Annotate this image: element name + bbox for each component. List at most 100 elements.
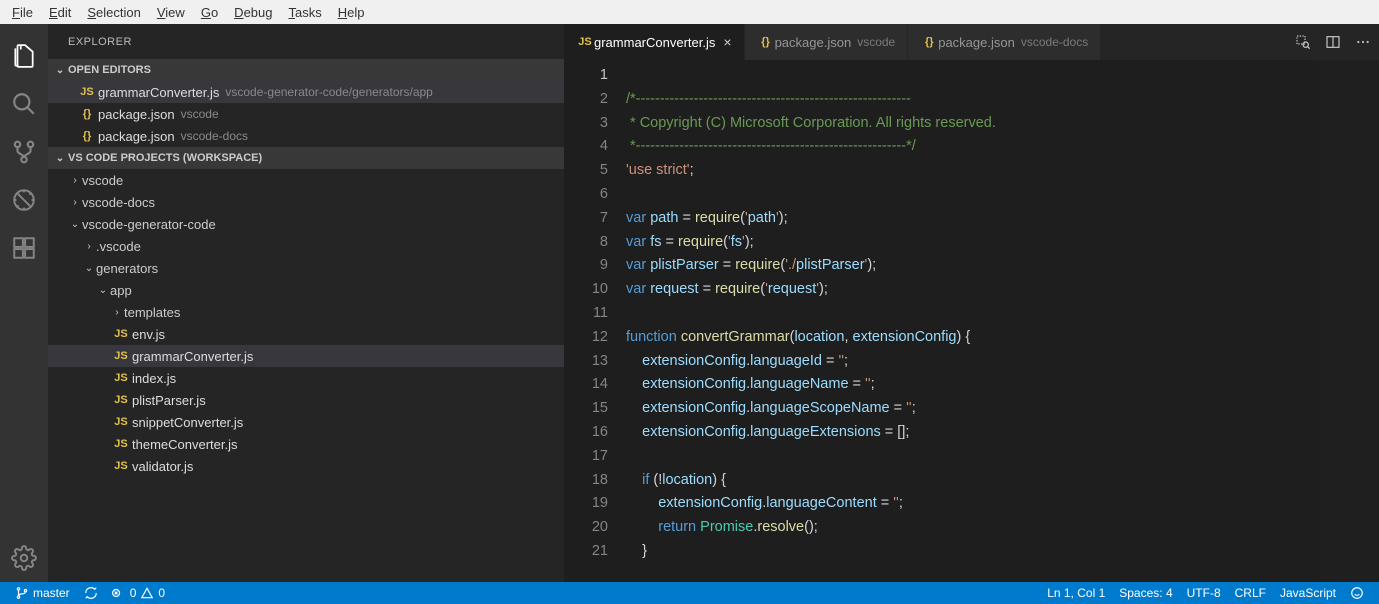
sidebar-title: EXPLORER (48, 24, 564, 59)
status-bar: master 0 0 Ln 1, Col 1 Spaces: 4 UTF-8 C… (0, 582, 1379, 604)
editor-body[interactable]: 123456789101112131415161718192021 /*----… (564, 60, 1379, 582)
debug-icon[interactable] (0, 176, 48, 224)
js-file-icon: JS (110, 394, 132, 406)
explorer-icon[interactable] (0, 32, 48, 80)
tree-file[interactable]: JSsnippetConverter.js (48, 411, 564, 433)
tab-label: grammarConverter.js (594, 35, 715, 50)
tab-label: package.json (775, 35, 852, 50)
line-gutter: 123456789101112131415161718192021 (564, 60, 626, 582)
menu-bar: FileEditSelectionViewGoDebugTasksHelp (0, 0, 1379, 24)
code-content[interactable]: /*--------------------------------------… (626, 60, 1379, 582)
folder-label: vscode (82, 173, 123, 188)
tree-folder[interactable]: ›templates (48, 301, 564, 323)
settings-gear-icon[interactable] (0, 534, 48, 582)
extensions-icon[interactable] (0, 224, 48, 272)
language-mode-button[interactable]: JavaScript (1273, 586, 1343, 600)
json-file-icon: {} (920, 36, 938, 48)
open-editor-item[interactable]: ×{}package.jsonvscode (48, 103, 564, 125)
folder-label: templates (124, 305, 180, 320)
more-actions-icon[interactable] (1355, 34, 1371, 50)
editor-tab[interactable]: JSgrammarConverter.js × (564, 24, 745, 60)
js-file-icon: JS (576, 36, 594, 48)
open-editors-label: OPEN EDITORS (68, 64, 151, 76)
tree-folder[interactable]: ⌄generators (48, 257, 564, 279)
close-icon[interactable]: × (723, 34, 731, 50)
js-file-icon: JS (110, 460, 132, 472)
folder-label: vscode-generator-code (82, 217, 216, 232)
js-file-icon: JS (110, 438, 132, 450)
menu-view[interactable]: View (149, 5, 193, 20)
file-name: package.json (98, 107, 175, 122)
tree-file[interactable]: JSindex.js (48, 367, 564, 389)
open-editors-header[interactable]: ⌄ OPEN EDITORS (48, 59, 564, 81)
js-file-icon: JS (76, 86, 98, 98)
tree-file[interactable]: JSenv.js (48, 323, 564, 345)
cursor-position[interactable]: Ln 1, Col 1 (1040, 586, 1112, 600)
tree-file[interactable]: JSgrammarConverter.js (48, 345, 564, 367)
workspace-header[interactable]: ⌄ VS CODE PROJECTS (WORKSPACE) (48, 147, 564, 169)
file-name: grammarConverter.js (98, 85, 219, 100)
chevron-icon: ⌄ (96, 285, 110, 296)
indent-button[interactable]: Spaces: 4 (1112, 586, 1179, 600)
tree-folder[interactable]: ›.vscode (48, 235, 564, 257)
menu-selection[interactable]: Selection (79, 5, 148, 20)
menu-file[interactable]: File (4, 5, 41, 20)
menu-tasks[interactable]: Tasks (280, 5, 329, 20)
tree-folder[interactable]: ›vscode-docs (48, 191, 564, 213)
open-editor-item[interactable]: ×JSgrammarConverter.jsvscode-generator-c… (48, 81, 564, 103)
eol-button[interactable]: CRLF (1228, 586, 1273, 600)
chevron-down-icon: ⌄ (52, 153, 68, 164)
editor-tab[interactable]: {}package.json vscode-docs (908, 24, 1101, 60)
menu-edit[interactable]: Edit (41, 5, 79, 20)
chevron-down-icon: ⌄ (52, 65, 68, 76)
folder-label: vscode-docs (82, 195, 155, 210)
source-control-icon[interactable] (0, 128, 48, 176)
tree-file[interactable]: JSplistParser.js (48, 389, 564, 411)
chevron-icon: › (68, 197, 82, 208)
chevron-icon: › (110, 307, 124, 318)
tree-file[interactable]: JSvalidator.js (48, 455, 564, 477)
file-label: themeConverter.js (132, 437, 238, 452)
git-branch[interactable]: master (8, 586, 77, 600)
tab-desc: vscode (857, 35, 895, 49)
file-label: env.js (132, 327, 165, 342)
js-file-icon: JS (110, 350, 132, 362)
minimap[interactable] (1319, 60, 1379, 582)
activity-bar (0, 24, 48, 582)
warning-count: 0 (158, 586, 165, 600)
chevron-icon: › (68, 175, 82, 186)
menu-go[interactable]: Go (193, 5, 226, 20)
menu-debug[interactable]: Debug (226, 5, 280, 20)
file-label: index.js (132, 371, 176, 386)
file-label: snippetConverter.js (132, 415, 243, 430)
find-references-icon[interactable] (1295, 34, 1311, 50)
feedback-icon[interactable] (1343, 586, 1371, 600)
split-editor-icon[interactable] (1325, 34, 1341, 50)
file-label: plistParser.js (132, 393, 206, 408)
problems-button[interactable]: 0 0 (105, 586, 172, 600)
workspace-label: VS CODE PROJECTS (WORKSPACE) (68, 152, 262, 164)
sync-button[interactable] (77, 586, 105, 600)
sidebar-explorer: EXPLORER ⌄ OPEN EDITORS ×JSgrammarConver… (48, 24, 564, 582)
tree-folder[interactable]: ⌄app (48, 279, 564, 301)
search-icon[interactable] (0, 80, 48, 128)
encoding-button[interactable]: UTF-8 (1180, 586, 1228, 600)
tab-label: package.json (938, 35, 1015, 50)
chevron-icon: ⌄ (82, 263, 96, 274)
js-file-icon: JS (110, 328, 132, 340)
open-editor-item[interactable]: ×{}package.jsonvscode-docs (48, 125, 564, 147)
file-name: package.json (98, 129, 175, 144)
js-file-icon: JS (110, 372, 132, 384)
js-file-icon: JS (110, 416, 132, 428)
chevron-icon: ⌄ (68, 219, 82, 230)
file-path: vscode-docs (181, 129, 248, 143)
tree-folder[interactable]: ⌄vscode-generator-code (48, 213, 564, 235)
editor-area: JSgrammarConverter.js×{}package.jsonvsco… (564, 24, 1379, 582)
file-path: vscode (181, 107, 219, 121)
editor-tab[interactable]: {}package.jsonvscode (745, 24, 909, 60)
menu-help[interactable]: Help (330, 5, 373, 20)
tree-folder[interactable]: ›vscode (48, 169, 564, 191)
tab-desc: vscode-docs (1021, 35, 1088, 49)
error-count: 0 (130, 586, 137, 600)
tree-file[interactable]: JSthemeConverter.js (48, 433, 564, 455)
